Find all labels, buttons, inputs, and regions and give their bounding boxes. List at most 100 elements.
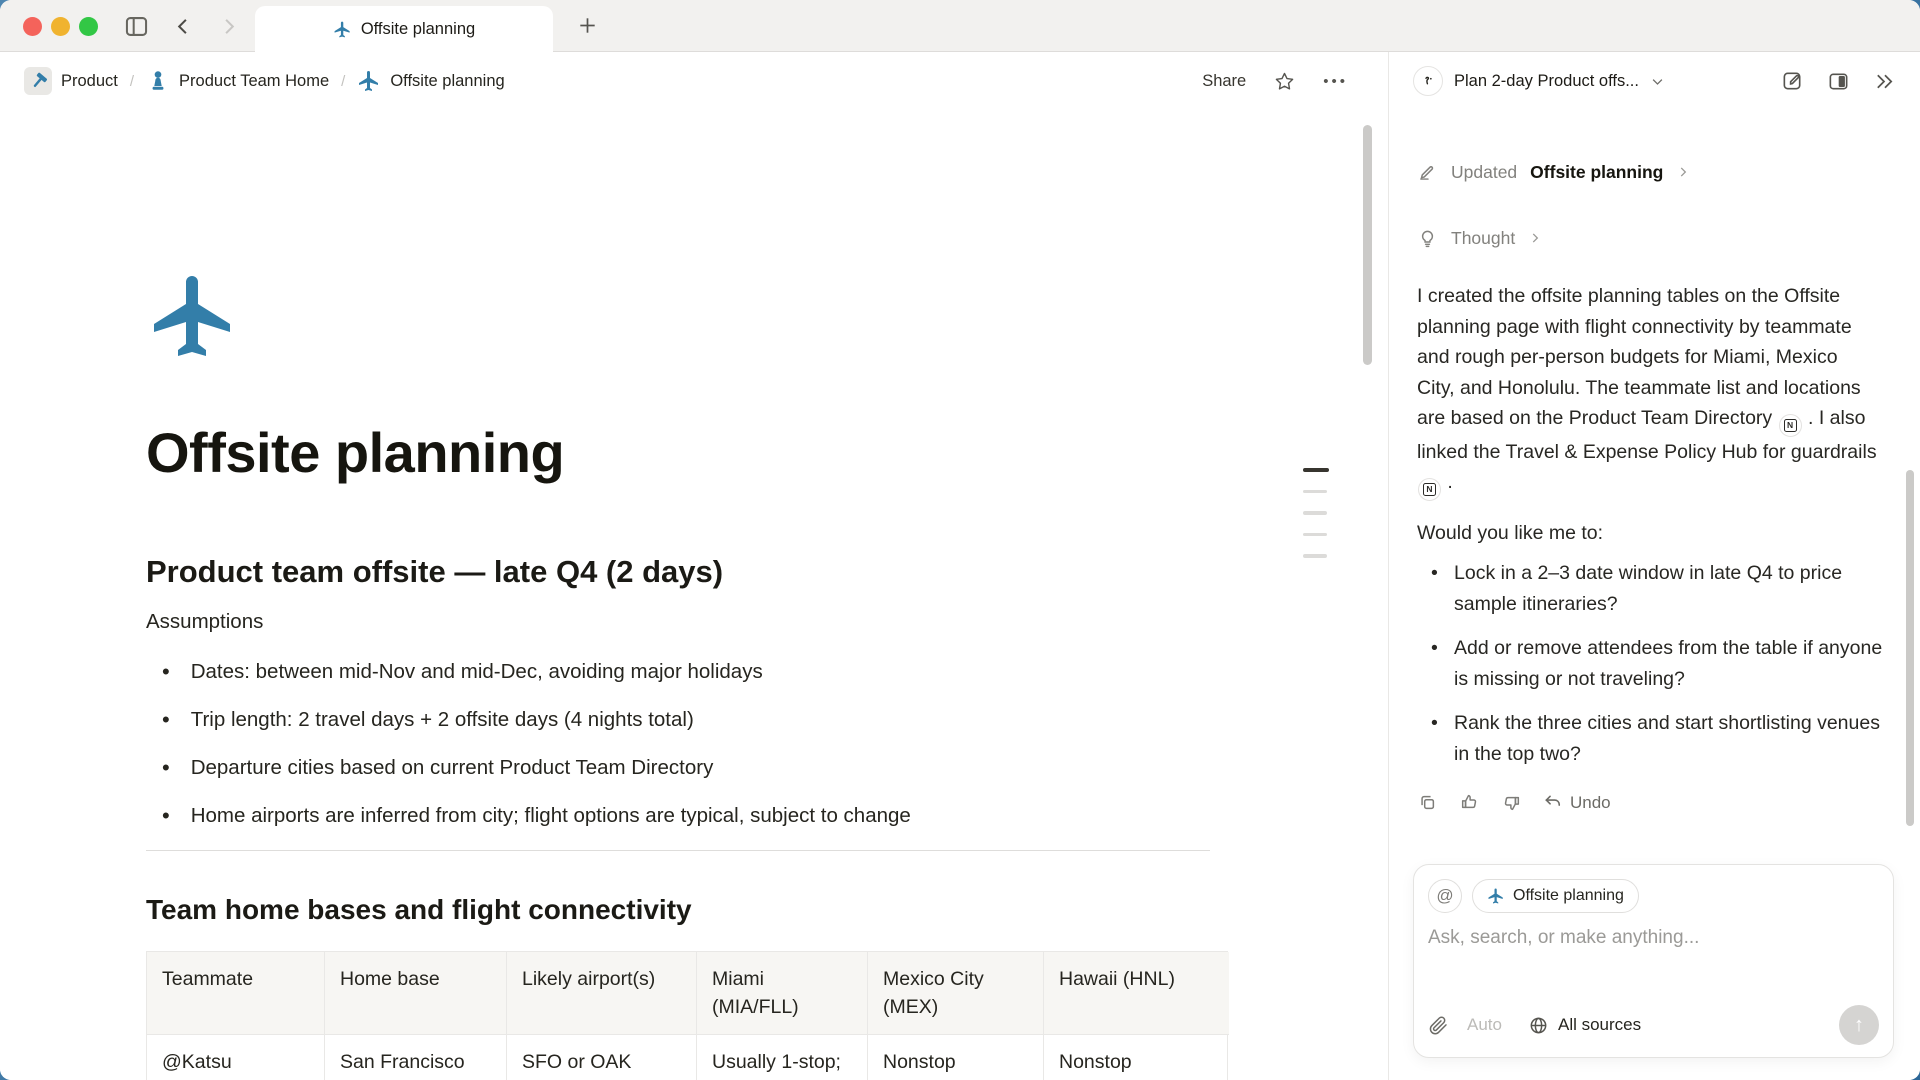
undo-arrow-icon	[1543, 793, 1563, 813]
mention-button[interactable]: @	[1428, 879, 1462, 913]
tab-offsite-planning[interactable]: Offsite planning	[255, 6, 553, 53]
forward-icon[interactable]	[217, 15, 240, 38]
list-item[interactable]: Dates: between mid-Nov and mid-Dec, avoi…	[146, 648, 1388, 696]
updated-page-row[interactable]: Updated Offsite planning	[1417, 159, 1892, 185]
ai-input[interactable]	[1428, 927, 1879, 949]
thumbs-up-icon[interactable]	[1459, 792, 1480, 813]
undo-button[interactable]: Undo	[1543, 793, 1611, 813]
suggestion-item[interactable]: Add or remove attendees from the table i…	[1417, 633, 1887, 694]
mode-auto-label[interactable]: Auto	[1467, 1015, 1502, 1035]
section-heading[interactable]: Product team offsite — late Q4 (2 days)	[146, 552, 1388, 592]
table-cell[interactable]: Nonstop	[1044, 1035, 1229, 1080]
sidebar-scrollbar[interactable]	[1906, 470, 1914, 826]
chevron-right-icon	[1676, 165, 1690, 179]
thumbs-down-icon[interactable]	[1501, 792, 1522, 813]
globe-icon	[1528, 1015, 1549, 1036]
back-icon[interactable]	[172, 15, 195, 38]
share-button[interactable]: Share	[1202, 72, 1246, 91]
favorite-star-icon[interactable]	[1274, 71, 1295, 92]
main-scrollbar[interactable]	[1363, 125, 1372, 365]
send-button[interactable]: ↑	[1839, 1005, 1879, 1045]
suggestion-item[interactable]: Lock in a 2–3 date window in late Q4 to …	[1417, 558, 1887, 619]
ai-face-icon	[1413, 66, 1443, 96]
context-chip-label: Offsite planning	[1513, 887, 1624, 905]
traffic-lights	[23, 17, 98, 36]
breadcrumb-item-offsite-planning[interactable]: Offsite planning	[357, 69, 504, 93]
pawn-icon	[146, 69, 170, 93]
table-cell[interactable]: Nonstop	[868, 1035, 1044, 1080]
panel-layout-icon[interactable]	[1827, 70, 1850, 93]
breadcrumb-separator: /	[128, 73, 136, 90]
ai-sidebar-header: Plan 2-day Product offs...	[1389, 52, 1920, 110]
thread-title[interactable]: Plan 2-day Product offs...	[1454, 72, 1639, 91]
breadcrumb-label: Offsite planning	[390, 72, 504, 91]
updated-label: Updated	[1451, 162, 1517, 183]
breadcrumb-item-product[interactable]: Product	[24, 67, 118, 95]
breadcrumb: Product / Product Team Home / Of	[24, 67, 505, 95]
connectivity-table: Teammate Home base Likely airport(s) Mia…	[146, 951, 1228, 1080]
table-cell[interactable]: Usually 1-stop;	[697, 1035, 868, 1080]
thought-label: Thought	[1451, 228, 1515, 249]
attach-paperclip-icon[interactable]	[1428, 1015, 1449, 1036]
edit-pencil-icon	[1417, 162, 1438, 183]
column-header[interactable]: Teammate	[147, 952, 325, 1035]
notion-page-badge-icon[interactable]: N	[1779, 414, 1802, 437]
zoom-window-button[interactable]	[79, 17, 98, 36]
updated-page-link[interactable]: Offsite planning	[1530, 162, 1663, 183]
column-header[interactable]: Hawaii (HNL)	[1044, 952, 1229, 1035]
more-options-icon[interactable]: •••	[1323, 73, 1348, 90]
new-thread-compose-icon[interactable]	[1781, 70, 1804, 93]
notion-page-badge-icon[interactable]: N	[1418, 478, 1441, 501]
header-actions: Share •••	[1202, 71, 1348, 92]
collapse-sidebar-double-chevron-icon[interactable]	[1873, 70, 1896, 93]
copy-icon[interactable]	[1417, 792, 1438, 813]
table-of-contents-indicator[interactable]	[1303, 468, 1329, 558]
main-pane: Product / Product Team Home / Of	[0, 52, 1388, 1080]
hammer-icon	[24, 67, 52, 95]
thought-row[interactable]: Thought	[1417, 225, 1892, 251]
table-cell[interactable]: @Katsu	[147, 1035, 325, 1080]
breadcrumb-item-product-team-home[interactable]: Product Team Home	[146, 69, 329, 93]
all-sources-button[interactable]: All sources	[1528, 1015, 1641, 1036]
ai-composer: @ Offsite planning Auto A	[1413, 864, 1894, 1058]
minimize-window-button[interactable]	[51, 17, 70, 36]
list-item[interactable]: Trip length: 2 travel days + 2 offsite d…	[146, 696, 1388, 744]
close-window-button[interactable]	[23, 17, 42, 36]
chevron-right-icon	[1528, 231, 1542, 245]
tab-bar: Offsite planning	[0, 0, 1920, 52]
lightbulb-icon	[1417, 228, 1438, 249]
column-header[interactable]: Home base	[325, 952, 507, 1035]
sidebar-toggle-icon[interactable]	[123, 13, 150, 40]
list-item[interactable]: Departure cities based on current Produc…	[146, 744, 1388, 792]
assumptions-label[interactable]: Assumptions	[146, 610, 1388, 634]
app-window: Offsite planning Product /	[0, 0, 1920, 1080]
list-item[interactable]: Home airports are inferred from city; fl…	[146, 792, 1388, 840]
new-tab-icon[interactable]	[576, 14, 599, 37]
context-chip-offsite-planning[interactable]: Offsite planning	[1472, 879, 1639, 913]
assistant-prompt: Would you like me to:	[1417, 522, 1892, 545]
assistant-message: I created the offsite planning tables on…	[1417, 281, 1879, 501]
page-plane-icon[interactable]	[146, 268, 242, 364]
plane-icon	[1487, 887, 1505, 905]
page-title[interactable]: Offsite planning	[146, 420, 1388, 486]
breadcrumb-label: Product Team Home	[179, 72, 329, 91]
column-header[interactable]: Miami (MIA/FLL)	[697, 952, 868, 1035]
divider	[146, 850, 1210, 851]
assumptions-list: Dates: between mid-Nov and mid-Dec, avoi…	[146, 648, 1388, 840]
breadcrumb-label: Product	[61, 72, 118, 91]
message-actions: Undo	[1417, 792, 1892, 813]
column-header[interactable]: Mexico City (MEX)	[868, 952, 1044, 1035]
document-body: Offsite planning Product team offsite — …	[0, 110, 1388, 1080]
subheading[interactable]: Team home bases and flight connectivity	[146, 891, 1388, 929]
up-arrow-icon: ↑	[1854, 1014, 1864, 1037]
suggestion-item[interactable]: Rank the three cities and start shortlis…	[1417, 708, 1887, 769]
ai-sidebar: Plan 2-day Product offs...	[1388, 52, 1920, 1080]
plane-icon	[357, 69, 381, 93]
column-header[interactable]: Likely airport(s)	[507, 952, 697, 1035]
tab-title: Offsite planning	[361, 20, 475, 39]
breadcrumb-separator: /	[339, 73, 347, 90]
table-cell[interactable]: SFO or OAK	[507, 1035, 697, 1080]
chevron-down-icon[interactable]	[1650, 74, 1665, 89]
table-cell[interactable]: San Francisco	[325, 1035, 507, 1080]
suggestion-list: Lock in a 2–3 date window in late Q4 to …	[1417, 558, 1892, 769]
